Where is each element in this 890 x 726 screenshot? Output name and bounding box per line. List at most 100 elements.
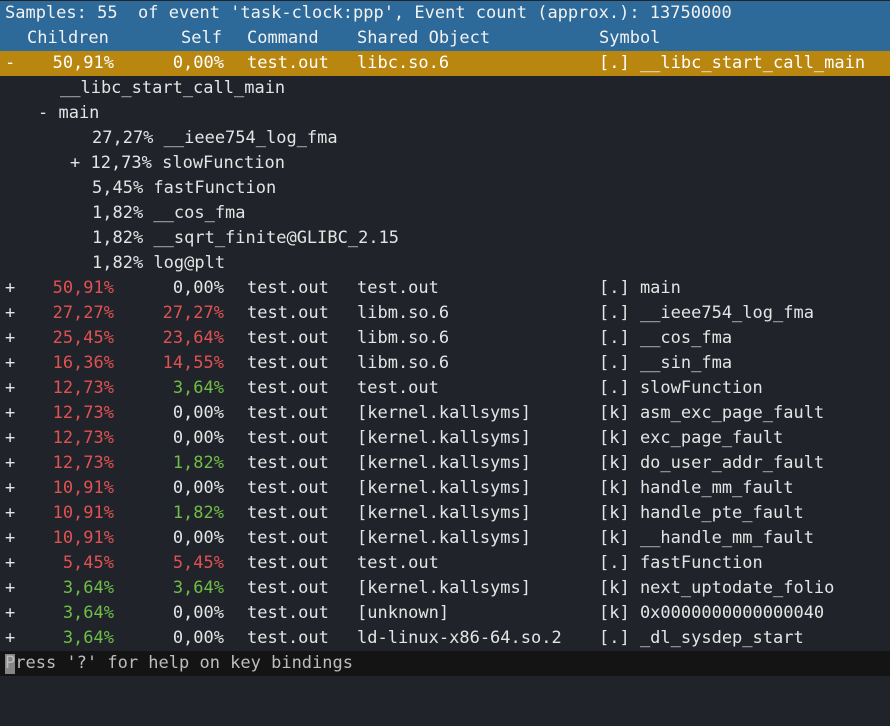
expand-marker[interactable]: + [5, 526, 15, 551]
self-percent: 1,82% [172, 453, 224, 473]
self-percent: 0,00% [172, 628, 224, 648]
children-percent: 3,64% [62, 603, 114, 623]
command-cell: test.out [247, 603, 329, 623]
command-cell: test.out [247, 428, 329, 448]
children-percent: 50,91% [52, 53, 114, 73]
table-row[interactable]: +12,73% 3,64% test.out test.out [.] slowFunc… [0, 376, 890, 401]
table-row[interactable]: +25,45% 23,64% test.out libm.so.6 [.] __cos_… [0, 326, 890, 351]
table-row[interactable]: +3,64% 0,00% test.out [unknown] [k] 0x000000… [0, 601, 890, 626]
self-percent: 1,82% [172, 503, 224, 523]
expand-marker[interactable]: + [5, 401, 15, 426]
symbol-cell: [.] fastFunction [599, 553, 763, 573]
children-percent: 10,91% [52, 528, 114, 548]
callchain-item[interactable]: + 12,73% slowFunction [70, 151, 285, 176]
selected-row[interactable]: - 50,91% 0,00% test.out libc.so.6 [.] __… [0, 51, 890, 76]
table-row[interactable]: +12,73% 0,00% test.out [kernel.kallsyms] [k]… [0, 426, 890, 451]
header-self[interactable]: Self [181, 26, 222, 51]
command-cell: test.out [247, 553, 329, 573]
expand-marker[interactable]: + [5, 426, 15, 451]
self-percent: 0,00% [172, 603, 224, 623]
symbol-cell: [.] slowFunction [599, 378, 763, 398]
command-cell: test.out [247, 353, 329, 373]
self-percent: 5,45% [172, 553, 224, 573]
expand-marker[interactable]: + [5, 626, 15, 651]
self-percent: 0,00% [172, 478, 224, 498]
children-percent: 10,91% [52, 478, 114, 498]
title-bar: Samples: 55 of event 'task-clock:ppp', E… [0, 1, 890, 26]
status-bar: Press '?' for help on key bindings [0, 651, 890, 676]
self-percent: 0,00% [172, 278, 224, 298]
children-percent: 16,36% [52, 353, 114, 373]
command-cell: test.out [247, 378, 329, 398]
command-cell: test.out [247, 303, 329, 323]
command-cell: test.out [247, 503, 329, 523]
expand-marker[interactable]: + [5, 501, 15, 526]
self-percent: 27,27% [162, 303, 224, 323]
children-percent: 50,91% [52, 278, 114, 298]
command-cell: test.out [247, 478, 329, 498]
table-row[interactable]: +50,91% 0,00% test.out test.out [.] main [0, 276, 890, 301]
status-text: Press '?' for help on key bindings [5, 653, 353, 673]
table-row[interactable]: +27,27% 27,27% test.out libm.so.6 [.] __ieee… [0, 301, 890, 326]
symbol-cell: [k] next_uptodate_folio [599, 578, 835, 598]
table-row[interactable]: +16,36% 14,55% test.out libm.so.6 [.] __sin_… [0, 351, 890, 376]
children-percent: 5,45% [62, 553, 114, 573]
expand-marker[interactable]: + [5, 601, 15, 626]
header-shared-object[interactable]: Shared Object [357, 26, 490, 51]
callchain-item[interactable]: - main [38, 101, 99, 126]
symbol-cell: [.] __cos_fma [599, 328, 733, 348]
callchain-item[interactable]: 5,45% fastFunction [92, 176, 276, 201]
column-headers: Children Self Command Shared Object Symb… [0, 26, 890, 51]
shared-object-cell: [kernel.kallsyms] [357, 578, 531, 598]
callchain-item[interactable]: 27,27% __ieee754_log_fma [92, 126, 338, 151]
callchain-item[interactable]: 1,82% __cos_fma [92, 201, 246, 226]
expand-marker[interactable]: + [5, 276, 15, 301]
expand-marker[interactable]: + [5, 301, 15, 326]
shared-object-cell: [kernel.kallsyms] [357, 428, 531, 448]
shared-object-cell: [kernel.kallsyms] [357, 503, 531, 523]
children-percent: 3,64% [62, 578, 114, 598]
self-percent: 0,00% [172, 428, 224, 448]
symbol-cell: [.] _dl_sysdep_start [599, 628, 804, 648]
command-cell: test.out [247, 628, 329, 648]
command-cell: test.out [247, 278, 329, 298]
table-row[interactable]: +12,73% 0,00% test.out [kernel.kallsyms] [k]… [0, 401, 890, 426]
expand-marker[interactable]: + [5, 551, 15, 576]
table-row[interactable]: +10,91% 0,00% test.out [kernel.kallsyms] [k]… [0, 526, 890, 551]
self-percent: 23,64% [162, 328, 224, 348]
callchain-item[interactable]: 1,82% log@plt [92, 251, 225, 276]
header-symbol[interactable]: Symbol [599, 26, 660, 51]
expand-marker[interactable]: + [5, 351, 15, 376]
symbol-cell: [k] handle_mm_fault [599, 478, 794, 498]
callchain-item[interactable]: __libc_start_call_main [60, 76, 285, 101]
table-row[interactable]: +3,64% 3,64% test.out [kernel.kallsyms] [k] … [0, 576, 890, 601]
command-cell: test.out [247, 528, 329, 548]
table-row[interactable]: +10,91% 0,00% test.out [kernel.kallsyms] [k]… [0, 476, 890, 501]
self-percent: 0,00% [172, 403, 224, 423]
table-row[interactable]: +5,45% 5,45% test.out test.out [.] fastFunct… [0, 551, 890, 576]
header-children[interactable]: Children [27, 26, 109, 51]
children-percent: 27,27% [52, 303, 114, 323]
command-cell: test.out [247, 328, 329, 348]
symbol-cell: [k] __handle_mm_fault [599, 528, 814, 548]
self-percent: 3,64% [172, 578, 224, 598]
expand-marker[interactable]: + [5, 576, 15, 601]
expand-marker[interactable]: + [5, 476, 15, 501]
expand-marker[interactable]: + [5, 451, 15, 476]
symbol-cell: [k] do_user_addr_fault [599, 453, 825, 473]
shared-object-cell: [unknown] [357, 603, 450, 623]
header-command[interactable]: Command [247, 26, 319, 51]
callchain-item[interactable]: 1,82% __sqrt_finite@GLIBC_2.15 [92, 226, 399, 251]
expand-marker[interactable]: + [5, 326, 15, 351]
shared-object-cell: test.out [357, 378, 439, 398]
table-row[interactable]: +12,73% 1,82% test.out [kernel.kallsyms] [k]… [0, 451, 890, 476]
table-row[interactable]: +3,64% 0,00% test.out ld-linux-x86-64.so.2 [… [0, 626, 890, 651]
expand-marker[interactable]: + [5, 376, 15, 401]
command-cell: test.out [247, 578, 329, 598]
shared-object-cell: libm.so.6 [357, 328, 450, 348]
children-percent: 12,73% [52, 428, 114, 448]
collapse-marker[interactable]: - [5, 51, 15, 76]
children-percent: 12,73% [52, 453, 114, 473]
title-text: Samples: 55 of event 'task-clock:ppp', E… [5, 3, 732, 23]
table-row[interactable]: +10,91% 1,82% test.out [kernel.kallsyms] [k]… [0, 501, 890, 526]
